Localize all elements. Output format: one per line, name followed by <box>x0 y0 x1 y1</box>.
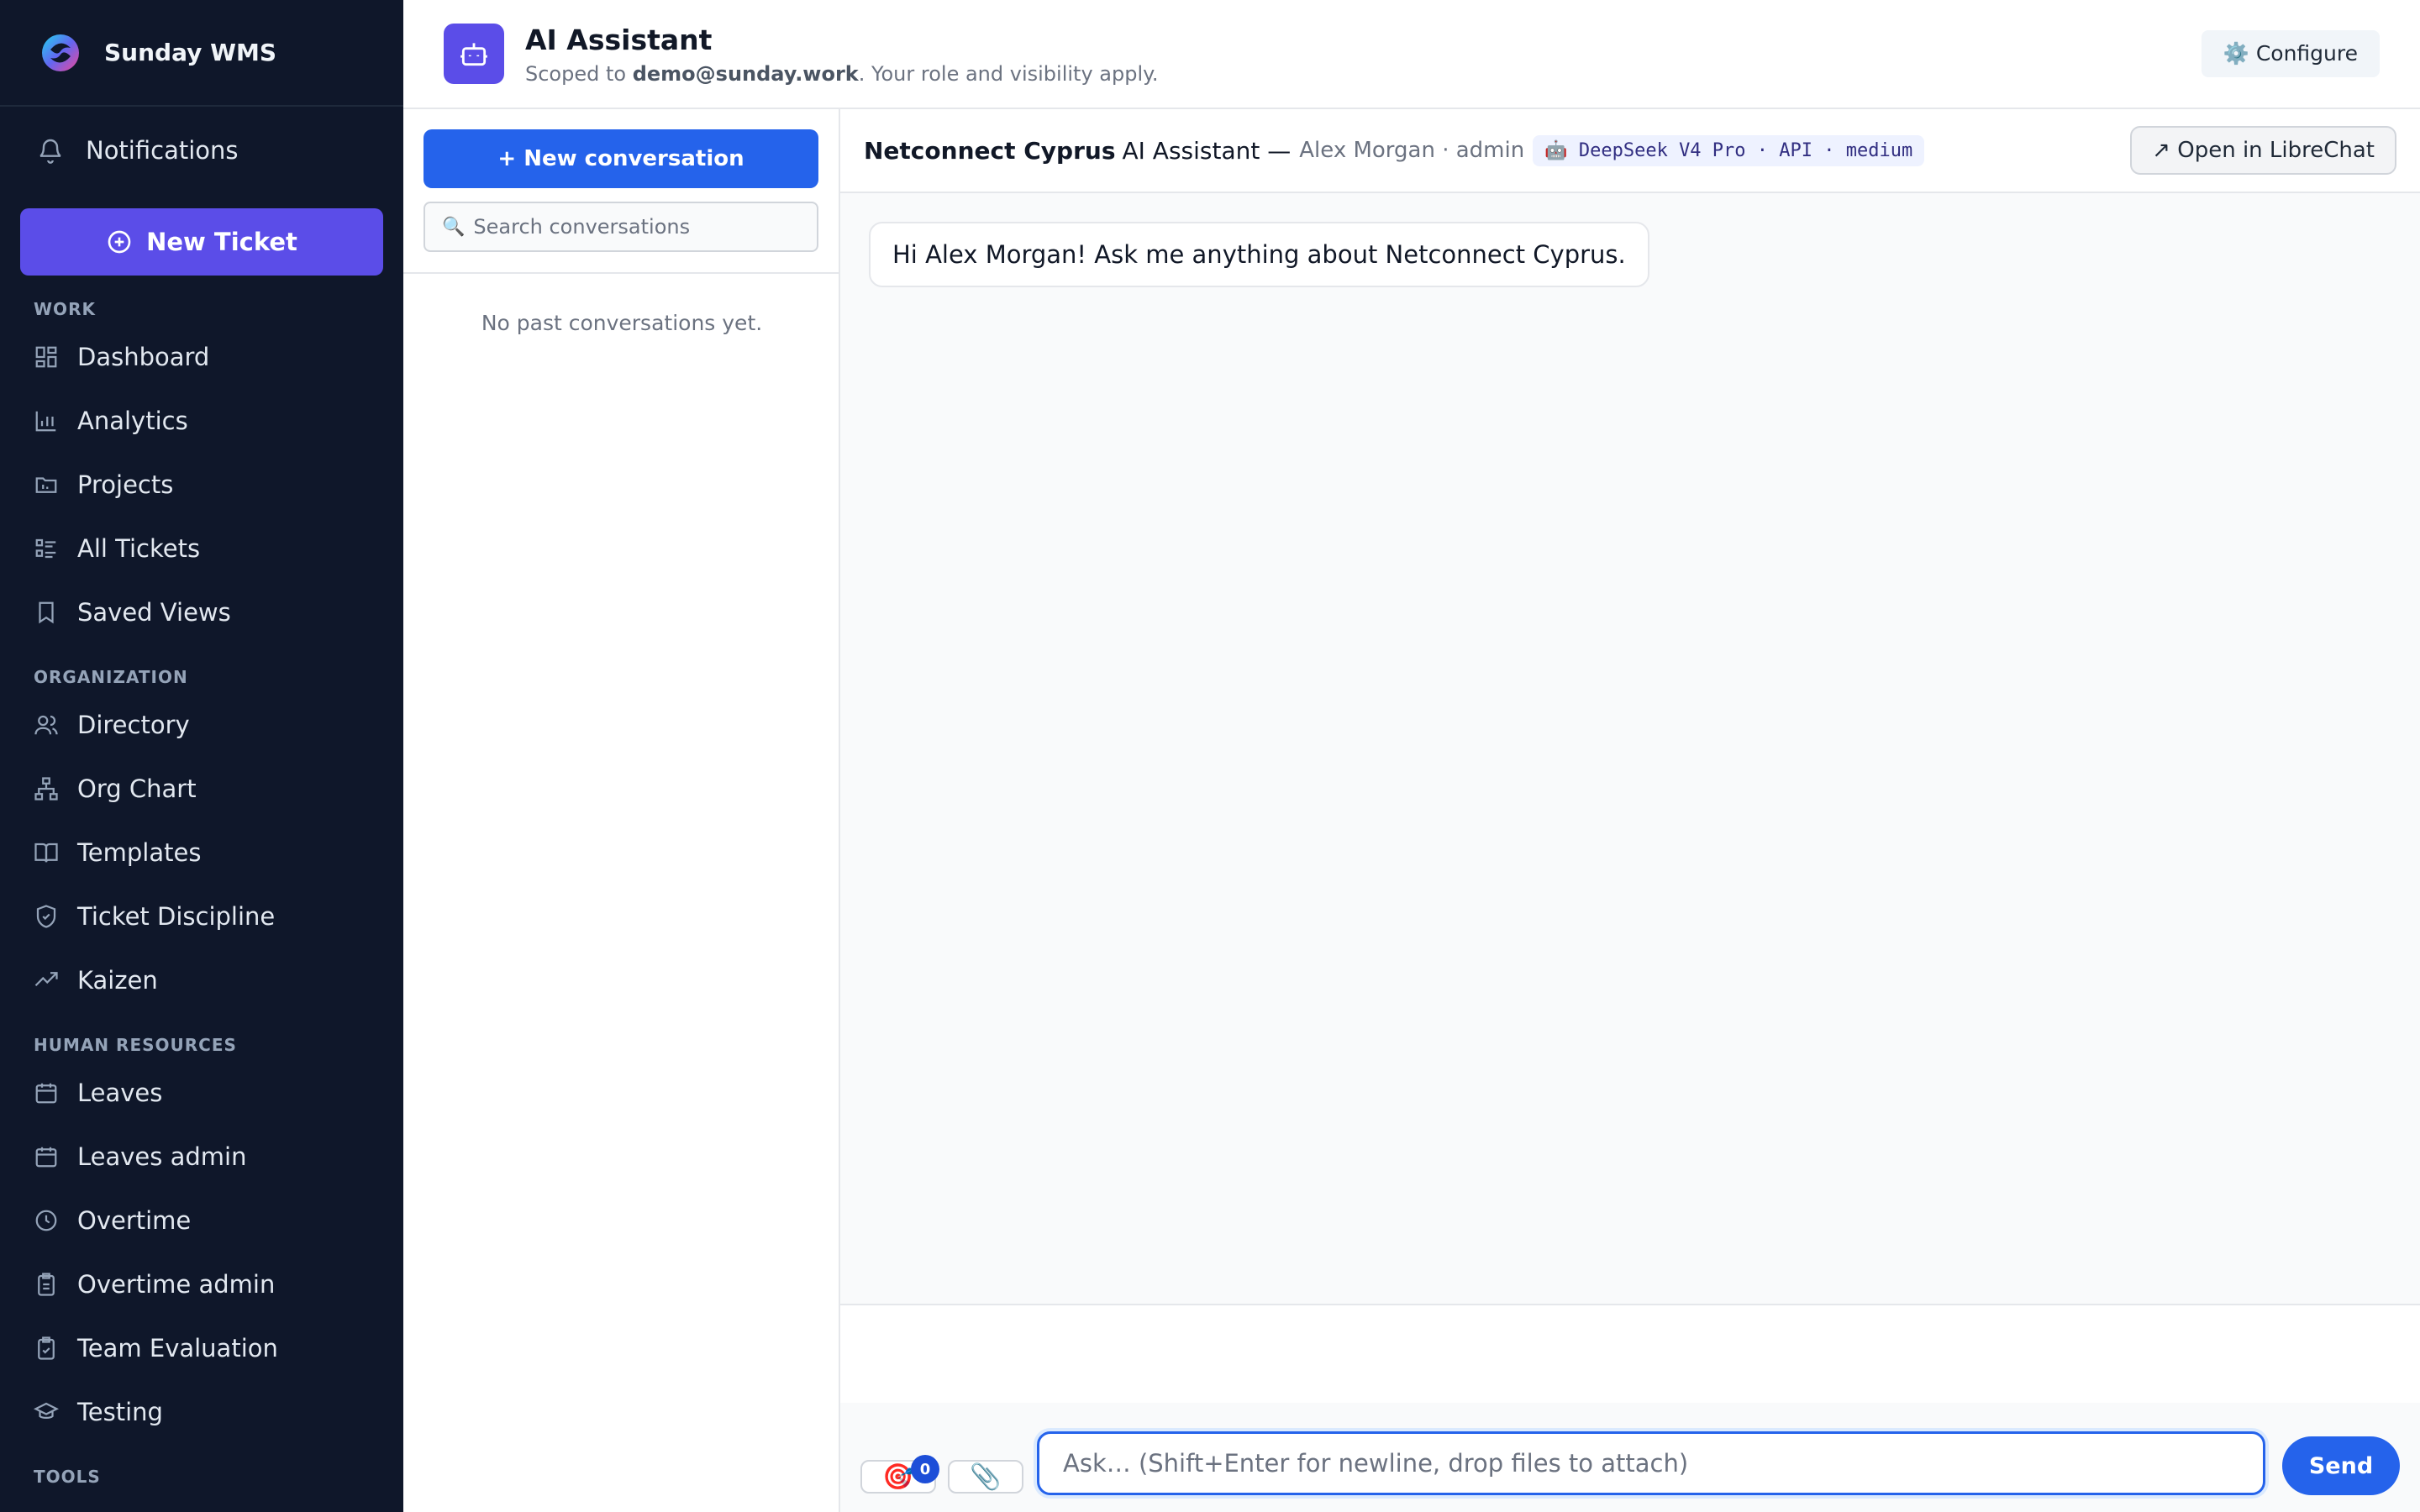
sidebar: Sunday WMS Notifications New Ticket WORK… <box>0 0 403 1512</box>
sidebar-item-label: Leaves admin <box>77 1142 247 1171</box>
folder-icon <box>35 477 57 493</box>
chat-input[interactable] <box>1037 1431 2265 1495</box>
app-name: Sunday WMS <box>104 39 277 66</box>
sidebar-item-org-chart[interactable]: Org Chart <box>34 772 197 806</box>
sidebar-item-kaizen[interactable]: Kaizen <box>34 963 158 997</box>
clipboard-icon <box>38 1273 55 1296</box>
sidebar-item-label: Testing <box>77 1398 163 1426</box>
graduation-cap-icon <box>34 1402 59 1419</box>
sidebar-item-label: Team Evaluation <box>77 1334 278 1362</box>
sidebar-item-dashboard[interactable]: Dashboard <box>34 340 209 374</box>
shield-icon <box>36 905 56 928</box>
brand[interactable]: Sunday WMS <box>0 0 403 107</box>
sidebar-item-label: Overtime <box>77 1206 192 1235</box>
book-icon <box>34 843 58 863</box>
sidebar-item-label: Org Chart <box>77 774 197 803</box>
sidebar-item-label: Saved Views <box>77 598 231 627</box>
clipboard-check-icon <box>38 1336 55 1360</box>
new-ticket-label: New Ticket <box>146 228 297 256</box>
grid-icon <box>35 346 57 368</box>
users-icon <box>34 715 58 735</box>
sidebar-item-label: Notifications <box>86 136 239 165</box>
new-conversation-button[interactable]: + New conversation <box>424 129 818 188</box>
send-button[interactable]: Send <box>2282 1436 2400 1495</box>
trending-up-icon <box>34 972 58 987</box>
chat-area: Netconnect Cyprus AI Assistant — Alex Mo… <box>840 109 2420 1512</box>
assistant-message: Hi Alex Morgan! Ask me anything about Ne… <box>869 222 1649 287</box>
empty-state-text: No past conversations yet. <box>481 311 763 335</box>
new-ticket-button[interactable]: New Ticket <box>20 208 383 276</box>
model-badge: 🤖 DeepSeek V4 Pro · API · medium <box>1533 134 1925 166</box>
search-icon: 🔍 <box>442 216 466 238</box>
sidebar-item-label: Directory <box>77 711 190 739</box>
subtitle-suffix: . Your role and visibility apply. <box>858 62 1159 86</box>
sidebar-item-label: Dashboard <box>77 343 210 371</box>
assistant-label: AI Assistant — <box>1122 136 1292 165</box>
sidebar-item-notifications[interactable]: Notifications <box>37 136 239 165</box>
sidebar-item-label: Templates <box>77 838 202 867</box>
org-name: Netconnect Cyprus <box>864 136 1116 165</box>
bell-icon <box>39 139 61 164</box>
attach-button[interactable]: 📎 <box>948 1460 1023 1494</box>
configure-button[interactable]: ⚙️ Configure <box>2201 30 2380 77</box>
swirl-logo-icon <box>42 34 79 71</box>
sidebar-item-label: Projects <box>77 470 174 499</box>
sidebar-item-analytics[interactable]: Analytics <box>34 404 188 438</box>
subtitle-prefix: Scoped to <box>525 62 633 86</box>
sidebar-item-projects[interactable]: Projects <box>34 468 173 501</box>
page-header: AI Assistant Scoped to demo@sunday.work.… <box>403 0 2420 109</box>
target-count-badge: 0 <box>911 1455 939 1483</box>
bookmark-icon <box>39 601 54 624</box>
scope-email: demo@sunday.work <box>632 62 859 86</box>
sidebar-item-label: Kaizen <box>77 966 158 995</box>
paperclip-icon: 📎 <box>970 1462 1002 1492</box>
plus-circle-icon <box>108 230 131 254</box>
list-icon <box>35 538 56 559</box>
section-label-tools: TOOLS <box>34 1467 101 1487</box>
sidebar-item-overtime[interactable]: Overtime <box>34 1204 191 1237</box>
section-label-work: WORK <box>34 299 96 319</box>
sidebar-item-overtime-admin[interactable]: Overtime admin <box>34 1268 275 1301</box>
sidebar-item-label: Analytics <box>77 407 188 435</box>
sidebar-item-label: All Tickets <box>77 534 201 563</box>
open-librechat-button[interactable]: ↗ Open in LibreChat <box>2130 126 2396 175</box>
sidebar-item-label: Ticket Discipline <box>77 902 276 931</box>
search-conversations-input[interactable] <box>473 215 810 239</box>
org-chart-icon <box>34 777 58 801</box>
section-label-human-resources: HUMAN RESOURCES <box>34 1035 237 1055</box>
search-conversations-box[interactable]: 🔍 <box>424 202 818 252</box>
composer-bar <box>840 1304 2420 1403</box>
sidebar-item-label: Overtime admin <box>77 1270 276 1299</box>
user-info: Alex Morgan · admin <box>1299 138 1525 163</box>
sidebar-item-leaves[interactable]: Leaves <box>34 1076 162 1110</box>
section-label-organization: ORGANIZATION <box>34 667 188 687</box>
chat-header: Netconnect Cyprus AI Assistant — Alex Mo… <box>840 109 2420 193</box>
calendar-icon <box>35 1147 57 1168</box>
sidebar-item-leaves-admin[interactable]: Leaves admin <box>34 1140 246 1173</box>
page-subtitle: Scoped to demo@sunday.work. Your role an… <box>525 62 1159 86</box>
conversations-panel: + New conversation 🔍 No past conversatio… <box>403 109 840 1512</box>
target-icon: 🎯 <box>882 1462 914 1492</box>
sidebar-item-templates[interactable]: Templates <box>34 836 201 869</box>
sidebar-item-all-tickets[interactable]: All Tickets <box>34 532 200 565</box>
sidebar-item-ticket-discipline[interactable]: Ticket Discipline <box>34 900 275 933</box>
page-title: AI Assistant <box>525 24 713 56</box>
clock-icon <box>35 1210 57 1231</box>
sidebar-item-testing[interactable]: Testing <box>34 1395 163 1429</box>
sidebar-item-directory[interactable]: Directory <box>34 708 190 742</box>
sidebar-item-saved-views[interactable]: Saved Views <box>34 596 231 629</box>
sidebar-item-label: Leaves <box>77 1079 163 1107</box>
sidebar-item-team-evaluation[interactable]: Team Evaluation <box>34 1331 278 1365</box>
divider <box>403 272 840 274</box>
bar-chart-icon <box>35 411 56 432</box>
robot-icon <box>444 24 504 84</box>
calendar-icon <box>35 1083 57 1104</box>
